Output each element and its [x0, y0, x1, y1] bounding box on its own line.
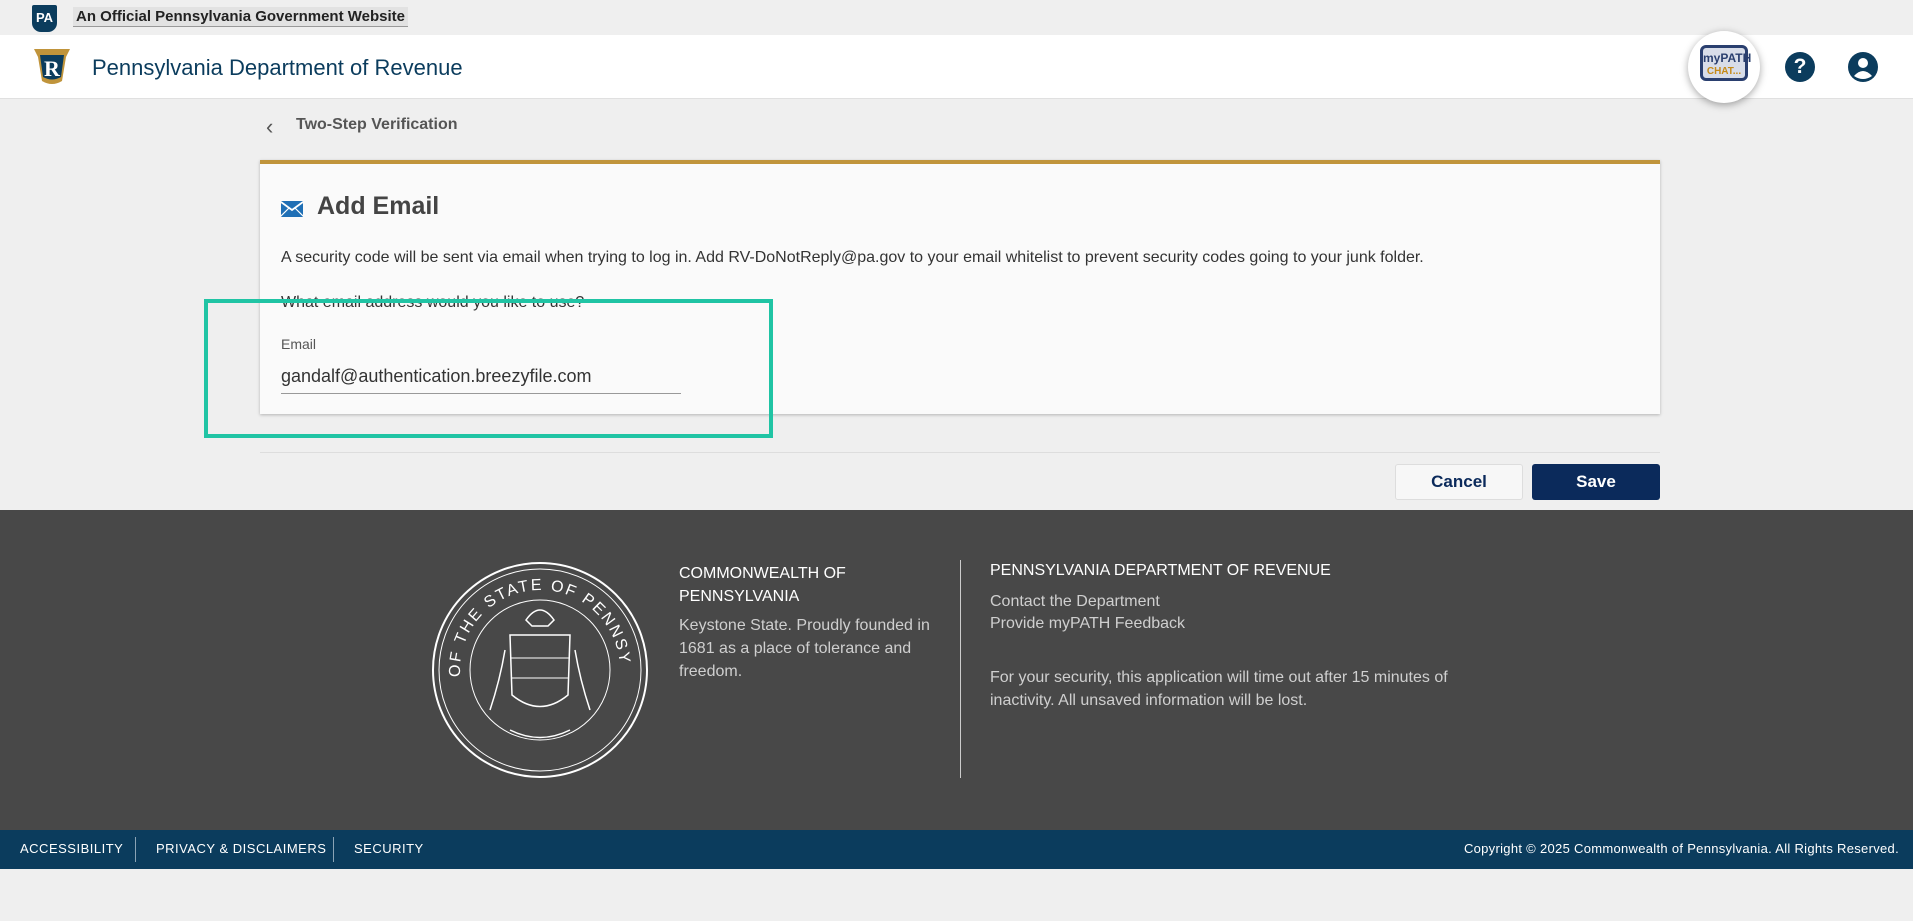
feedback-link[interactable]: Provide myPATH Feedback	[990, 615, 1185, 633]
highlight-box	[204, 299, 773, 438]
bottom-bar-separator	[135, 837, 136, 862]
svg-text:R: R	[44, 56, 61, 81]
copyright-text: Copyright © 2025 Commonwealth of Pennsyl…	[1463, 841, 1899, 856]
info-text: A security code will be sent via email w…	[281, 249, 1424, 266]
mail-icon	[281, 201, 303, 217]
chat-line-1: myPATH	[1703, 51, 1752, 65]
mypath-chat-button[interactable]: myPATH CHAT...	[1688, 31, 1760, 103]
pennsylvania-seal-icon: SEAL OF THE STATE OF PENNSYLVANIA	[430, 560, 648, 778]
seal-text: SEAL OF THE STATE OF PENNSYLVANIA	[430, 560, 631, 677]
help-icon[interactable]: ?	[1785, 52, 1815, 82]
actions-divider	[260, 452, 1660, 453]
chat-icon: myPATH CHAT...	[1700, 45, 1752, 81]
security-link[interactable]: SECURITY	[354, 841, 424, 856]
timeout-notice: For your security, this application will…	[990, 669, 1448, 709]
site-header: R Pennsylvania Department of Revenue myP…	[0, 31, 1913, 103]
card-title: Add Email	[317, 192, 440, 220]
chat-line-2: CHAT...	[1706, 66, 1742, 77]
site-footer: SEAL OF THE STATE OF PENNSYLVANIA COMMON…	[0, 510, 1913, 830]
pa-keystone-icon: PA	[32, 5, 57, 32]
save-button[interactable]: Save	[1532, 464, 1660, 500]
accessibility-link[interactable]: ACCESSIBILITY	[20, 841, 123, 856]
official-website-text[interactable]: An Official Pennsylvania Government Webs…	[73, 7, 408, 27]
svg-text:SEAL OF THE STATE OF PENNSYLVA: SEAL OF THE STATE OF PENNSYLVANIA	[430, 560, 633, 677]
account-icon[interactable]	[1848, 52, 1878, 82]
official-banner: PA An Official Pennsylvania Government W…	[0, 0, 1913, 35]
bottom-bar: ACCESSIBILITY PRIVACY & DISCLAIMERS SECU…	[0, 830, 1913, 869]
privacy-link[interactable]: PRIVACY & DISCLAIMERS	[156, 841, 326, 856]
commonwealth-title: COMMONWEALTH OF PENNSYLVANIA	[679, 565, 846, 605]
chevron-left-icon[interactable]: ‹	[266, 114, 273, 140]
breadcrumb[interactable]: Two-Step Verification	[296, 116, 458, 134]
footer-divider	[960, 560, 961, 778]
contact-department-link[interactable]: Contact the Department	[990, 593, 1160, 611]
site-title[interactable]: Pennsylvania Department of Revenue	[92, 55, 463, 81]
department-title: PENNSYLVANIA DEPARTMENT OF REVENUE	[990, 562, 1331, 579]
revenue-logo-icon[interactable]: R	[32, 47, 72, 87]
bottom-bar-separator	[333, 837, 334, 862]
cancel-button[interactable]: Cancel	[1395, 464, 1523, 500]
commonwealth-text: Keystone State. Proudly founded in 1681 …	[679, 617, 930, 680]
